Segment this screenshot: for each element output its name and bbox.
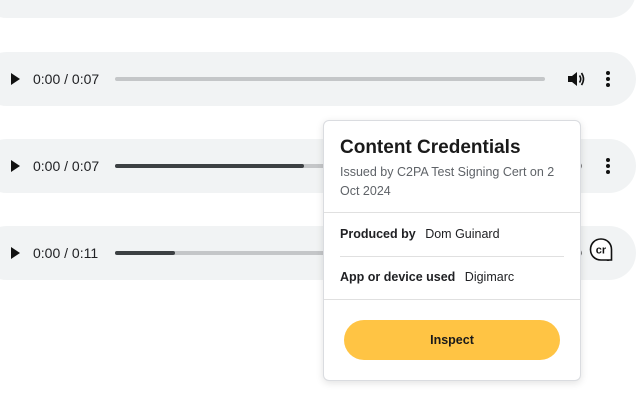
seek-slider[interactable]	[115, 77, 545, 81]
more-options-button[interactable]	[600, 69, 616, 89]
content-credentials-icon[interactable]: cr	[588, 237, 614, 263]
more-vert-icon	[606, 71, 610, 87]
time-display: 0:00 / 0:07	[33, 71, 100, 87]
volume-button[interactable]	[566, 69, 586, 89]
audio-player-partial	[0, 0, 636, 18]
more-options-button[interactable]	[600, 156, 616, 176]
play-button[interactable]	[8, 72, 22, 86]
more-vert-icon	[606, 158, 610, 174]
play-icon	[11, 73, 20, 85]
app-device-label: App or device used	[340, 270, 456, 284]
divider	[324, 299, 580, 300]
seek-progress	[115, 251, 176, 255]
audio-player: 0:00 / 0:07	[0, 52, 636, 106]
inspect-button[interactable]: Inspect	[344, 320, 560, 360]
play-button[interactable]	[8, 159, 22, 173]
seek-progress	[115, 164, 305, 168]
produced-by-label: Produced by	[340, 227, 416, 241]
volume-icon	[568, 72, 585, 86]
issuer-text: Issued by C2PA Test Signing Cert on 2 Oc…	[340, 165, 555, 198]
play-icon	[11, 160, 20, 172]
produced-by-value: Dom Guinard	[425, 227, 500, 241]
popup-title: Content Credentials	[340, 137, 521, 158]
cr-pin-icon: cr	[589, 238, 613, 261]
play-icon	[11, 247, 20, 259]
app-device-value: Digimarc	[464, 270, 515, 284]
time-display: 0:00 / 0:07	[33, 158, 100, 174]
divider	[340, 256, 564, 257]
cr-badge-text: cr	[596, 245, 607, 257]
play-button[interactable]	[8, 246, 22, 260]
page: 0:00 / 0:07 0:00 / 0:07 0:00 / 0:11 cr C…	[0, 0, 640, 400]
produced-by-row: Produced by Dom Guinard	[340, 227, 500, 241]
app-device-row: App or device used Digimarc	[340, 270, 514, 284]
content-credentials-popup: Content Credentials Issued by C2PA Test …	[323, 120, 581, 381]
divider	[324, 212, 580, 213]
time-display: 0:00 / 0:11	[33, 245, 99, 261]
